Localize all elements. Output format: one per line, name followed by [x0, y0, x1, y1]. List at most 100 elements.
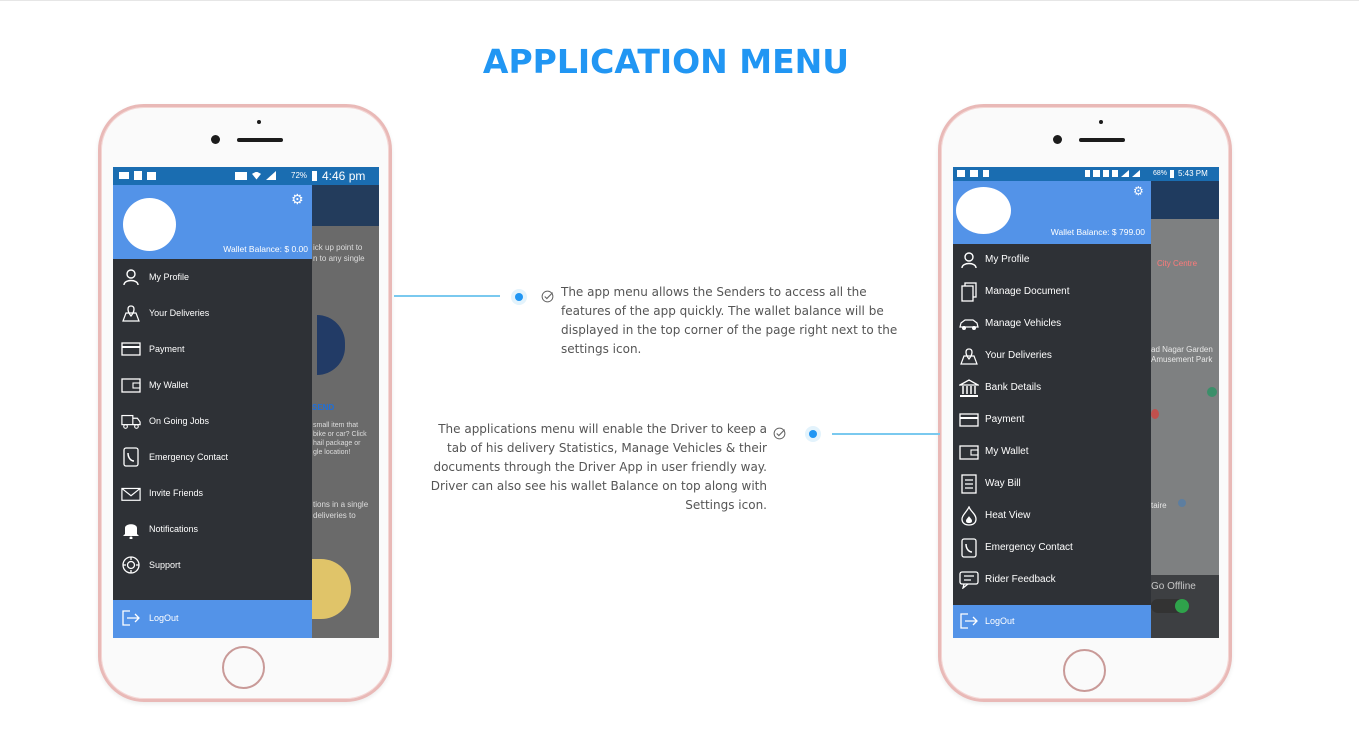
- bg-text: deliveries to: [313, 511, 356, 520]
- driver-description: The applications menu will enable the Dr…: [430, 422, 767, 512]
- cast-icon: [134, 171, 142, 180]
- mute-icon: [235, 171, 247, 180]
- menu-item-emergency-contact[interactable]: Emergency Contact: [113, 439, 312, 475]
- credit-card-icon: [121, 339, 141, 359]
- sender-callout-dot: [511, 289, 527, 305]
- menu-item-your-deliveries[interactable]: Your Deliveries: [953, 340, 1151, 372]
- toggle-knob: [1175, 599, 1189, 613]
- menu-item-label: Heat View: [985, 510, 1031, 521]
- menu-item-manage-vehicles[interactable]: Manage Vehicles: [953, 308, 1151, 340]
- settings-gear-icon[interactable]: ⚙: [1133, 184, 1144, 198]
- online-toggle[interactable]: [1151, 599, 1189, 613]
- page-title: APPLICATION MENU: [482, 42, 850, 81]
- menu-item-payment[interactable]: Payment: [953, 404, 1151, 436]
- menu-item-label: Payment: [149, 344, 185, 354]
- menu-item-heat-view[interactable]: Heat View: [953, 500, 1151, 532]
- truck-icon: [121, 411, 141, 431]
- status-time: 4:46 pm: [322, 169, 366, 183]
- menu-item-way-bill[interactable]: Way Bill: [953, 468, 1151, 500]
- map-poi-icon: [1151, 409, 1159, 419]
- sender-description: The app menu allows the Senders to acces…: [561, 285, 898, 356]
- bg-text: hail package or: [313, 440, 361, 447]
- menu-item-on-going-jobs[interactable]: On Going Jobs: [113, 403, 312, 439]
- signal-icon: [1132, 170, 1140, 177]
- menu-item-label: Support: [149, 560, 181, 570]
- logout-icon: [121, 609, 141, 632]
- driver-phone-frame: City Centre ad Nagar Garden Amusement Pa…: [938, 104, 1232, 702]
- check-circle-icon: [773, 427, 786, 440]
- map-label: Amusement Park: [1151, 355, 1213, 364]
- image-icon: [957, 170, 965, 177]
- background-page: ick up point to n to any single SEND sma…: [311, 185, 379, 638]
- menu-item-bank-details[interactable]: Bank Details: [953, 372, 1151, 404]
- menu-item-label: Payment: [985, 414, 1025, 425]
- earpiece-speaker: [1079, 138, 1125, 142]
- bg-text: small item that: [313, 422, 359, 429]
- background-header: [311, 185, 379, 226]
- home-button[interactable]: [222, 646, 265, 689]
- menu-item-my-wallet[interactable]: My Wallet: [113, 367, 312, 403]
- phone-book-icon: [959, 538, 979, 558]
- menu-item-payment[interactable]: Payment: [113, 331, 312, 367]
- front-camera: [211, 135, 220, 144]
- sender-screen: ick up point to n to any single SEND sma…: [113, 167, 379, 638]
- map-pin-icon: [959, 346, 979, 366]
- settings-gear-icon[interactable]: ⚙: [291, 192, 304, 206]
- logout-button[interactable]: LogOut: [953, 605, 1151, 638]
- menu-item-label: My Wallet: [985, 446, 1029, 457]
- status-bar: 72% 4:46 pm: [113, 167, 379, 185]
- sim-icon: [1112, 170, 1118, 177]
- bell-icon: [121, 519, 141, 539]
- menu-item-label: On Going Jobs: [149, 416, 210, 426]
- menu-item-my-profile[interactable]: My Profile: [953, 244, 1151, 276]
- side-drawer: ⚙ Wallet Balance: $ 0.00 My Profile Your…: [113, 185, 312, 638]
- status-bar: 68% 5:43 PM: [953, 167, 1219, 181]
- bg-text: ick up point to: [313, 243, 363, 252]
- menu-item-my-wallet[interactable]: My Wallet: [953, 436, 1151, 468]
- menu-item-my-profile[interactable]: My Profile: [113, 259, 312, 295]
- drawer-header: ⚙ Wallet Balance: $ 799.00: [953, 181, 1151, 244]
- feedback-icon: [959, 570, 979, 590]
- avatar[interactable]: [956, 187, 1011, 234]
- home-button[interactable]: [1063, 649, 1106, 692]
- driver-callout-dot: [805, 426, 821, 442]
- front-camera: [1053, 135, 1062, 144]
- menu-item-label: Emergency Contact: [985, 542, 1073, 553]
- menu-item-manage-document[interactable]: Manage Document: [953, 276, 1151, 308]
- menu-item-notifications[interactable]: Notifications: [113, 511, 312, 547]
- logout-label: LogOut: [149, 613, 179, 623]
- menu-item-your-deliveries[interactable]: Your Deliveries: [113, 295, 312, 331]
- driver-connector-line: [832, 433, 940, 435]
- phone-book-icon: [121, 447, 141, 467]
- vibrate-icon: [1103, 170, 1109, 177]
- menu-item-invite-friends[interactable]: Invite Friends: [113, 475, 312, 511]
- sim-icon: [983, 170, 989, 177]
- menu-item-emergency-contact[interactable]: Emergency Contact: [953, 532, 1151, 564]
- sender-phone-frame: ick up point to n to any single SEND sma…: [98, 104, 392, 702]
- bg-text: tions in a single: [313, 500, 369, 509]
- bank-icon: [959, 378, 979, 398]
- map-pin-icon: [121, 303, 141, 323]
- menu-item-label: My Profile: [149, 272, 190, 282]
- menu-item-support[interactable]: Support: [113, 547, 312, 583]
- menu-item-rider-feedback[interactable]: Rider Feedback: [953, 564, 1151, 596]
- avatar[interactable]: [123, 198, 176, 251]
- signal-icon: [266, 171, 276, 180]
- alarm-icon: [1093, 170, 1100, 177]
- signal-icon: [1121, 170, 1129, 177]
- user-icon: [959, 250, 979, 270]
- bg-illustration: [317, 315, 345, 375]
- wallet-icon: [959, 442, 979, 462]
- top-divider: [0, 0, 1359, 1]
- menu-item-label: Invite Friends: [149, 488, 204, 498]
- wallet-balance: Wallet Balance: $ 0.00: [223, 244, 308, 254]
- map-background: City Centre ad Nagar Garden Amusement Pa…: [1151, 181, 1219, 638]
- map-label: taire: [1151, 501, 1167, 510]
- wallet-icon: [121, 375, 141, 395]
- location-icon: [1085, 170, 1090, 177]
- logout-button[interactable]: LogOut: [113, 600, 312, 638]
- car-icon: [959, 314, 979, 334]
- logout-icon: [959, 612, 979, 635]
- wifi-icon: [252, 171, 261, 180]
- menu-item-label: Rider Feedback: [985, 574, 1056, 585]
